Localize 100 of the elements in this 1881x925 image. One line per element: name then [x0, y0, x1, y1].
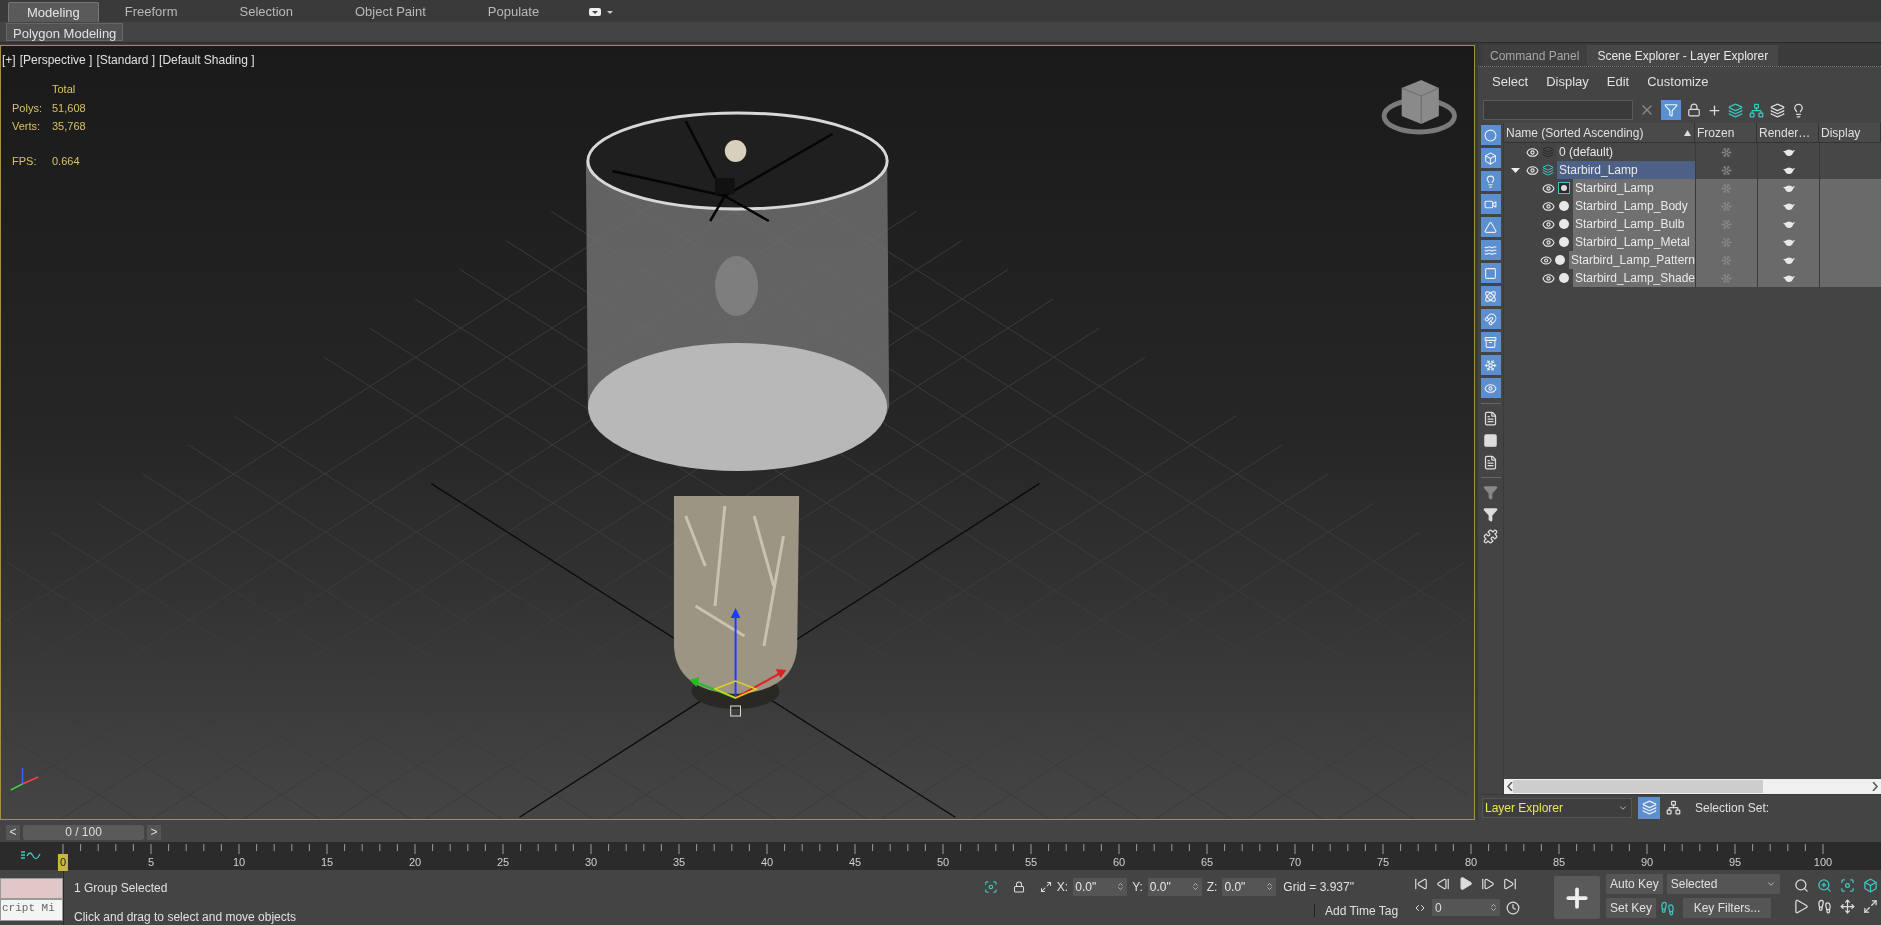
key-tangent-icon[interactable] — [1660, 900, 1676, 916]
previous-frame-icon[interactable] — [1436, 876, 1450, 891]
frozen-snowflake-icon[interactable] — [1721, 146, 1732, 158]
frozen-snowflake-icon[interactable] — [1721, 164, 1732, 176]
tree-item[interactable]: Starbird_Lamp_Body — [1573, 197, 1695, 215]
ribbon-tab[interactable]: Object Paint — [337, 2, 444, 22]
auto-key-button[interactable]: Auto Key — [1606, 874, 1663, 894]
maximize-viewport-icon[interactable] — [1862, 899, 1878, 914]
zoom-extents-all-icon[interactable] — [1862, 878, 1878, 893]
time-config-icon[interactable] — [1506, 900, 1520, 915]
column-header[interactable]: Render… — [1757, 123, 1819, 142]
zoom-extents-icon[interactable] — [1839, 878, 1855, 893]
time-slider-track[interactable]: < 0 / 100 > — [6, 823, 1506, 841]
field-of-view-icon[interactable] — [1793, 899, 1809, 914]
explorer-dropdown[interactable]: Layer Explorer — [1482, 797, 1632, 818]
transform-mode-icon[interactable] — [1039, 879, 1052, 894]
key-mode-dropdown[interactable]: Selected — [1666, 874, 1780, 894]
document-icon[interactable] — [1483, 411, 1498, 426]
ribbon-tab[interactable]: Freeform — [106, 2, 196, 22]
zoom-all-icon[interactable] — [1816, 878, 1832, 893]
snowflake-filter-button[interactable] — [1480, 355, 1501, 375]
circle-filter-button[interactable] — [1480, 125, 1501, 145]
scroll-left-icon[interactable] — [1507, 782, 1513, 791]
search-field[interactable] — [1483, 100, 1633, 120]
ribbon-tab[interactable]: Modeling — [8, 2, 99, 22]
visibility-eye-icon[interactable] — [1539, 253, 1552, 267]
ribbon-tab[interactable]: Selection — [221, 2, 311, 22]
square-icon[interactable] — [1483, 433, 1498, 448]
scrollbar-thumb[interactable] — [1513, 780, 1763, 793]
visibility-eye-icon[interactable] — [1526, 163, 1539, 177]
visibility-eye-icon[interactable] — [1542, 235, 1555, 249]
filter-toggle[interactable] — [1661, 100, 1681, 120]
tree-item[interactable]: Starbird_Lamp — [1573, 179, 1695, 197]
lock-icon[interactable] — [1012, 879, 1025, 894]
layers-icon[interactable] — [1770, 102, 1785, 118]
next-frame-button[interactable]: > — [147, 824, 161, 840]
menu-item[interactable]: Select — [1492, 72, 1529, 92]
camera-filter-button[interactable] — [1480, 194, 1501, 214]
set-key-mode-button[interactable]: Set Key — [1606, 898, 1657, 918]
tree-item[interactable]: Starbird_Lamp — [1557, 161, 1695, 179]
puzzle-icon[interactable] — [1483, 529, 1498, 544]
waves-filter-button[interactable] — [1480, 240, 1501, 260]
listener-input[interactable]: cript Mi — [0, 899, 63, 921]
go-to-start-icon[interactable] — [1414, 876, 1428, 891]
zoom-icon[interactable] — [1793, 878, 1809, 893]
previous-frame-button[interactable]: < — [6, 824, 20, 840]
coordinate-field[interactable]: 0.0" — [1147, 877, 1202, 896]
hierarchy-icon[interactable] — [1749, 102, 1764, 118]
visibility-eye-icon[interactable] — [1542, 199, 1555, 213]
viewport-label[interactable]: [Perspective ] — [19, 51, 93, 69]
column-header[interactable]: Display — [1819, 123, 1881, 142]
next-frame-icon[interactable] — [1481, 876, 1495, 891]
lock-icon[interactable] — [1687, 103, 1701, 117]
expand-arrow[interactable] — [1511, 165, 1520, 175]
curve-editor-icon[interactable] — [20, 850, 42, 862]
menu-item[interactable]: Customize — [1647, 72, 1709, 92]
scroll-right-icon[interactable] — [1872, 782, 1878, 791]
visibility-eye-icon[interactable] — [1542, 217, 1555, 231]
shapes-filter-button[interactable] — [1480, 148, 1501, 168]
viewport-label[interactable]: [Standard ] — [96, 51, 156, 69]
lightbulb-filter-button[interactable] — [1480, 171, 1501, 191]
tree-item[interactable]: Starbird_Lamp_Pattern — [1568, 251, 1695, 269]
lightbulb-icon[interactable] — [1791, 102, 1806, 118]
visibility-eye-icon[interactable] — [1526, 145, 1539, 159]
eye-filter-button[interactable] — [1480, 378, 1501, 398]
square-filter-button[interactable] — [1480, 263, 1501, 283]
play-icon[interactable] — [1458, 876, 1473, 891]
menu-item[interactable]: Display — [1546, 72, 1589, 92]
panel-tab[interactable]: Command Panel — [1482, 45, 1588, 66]
column-header[interactable]: Name (Sorted Ascending) — [1504, 123, 1695, 142]
layers-toggle[interactable] — [1638, 796, 1660, 819]
tree-item[interactable]: Starbird_Lamp_Shade — [1572, 269, 1695, 287]
column-header[interactable]: Frozen — [1695, 123, 1757, 142]
current-frame-field[interactable]: 0 — [1432, 899, 1500, 916]
box-filter-button[interactable] — [1480, 332, 1501, 352]
atom-filter-button[interactable] — [1480, 286, 1501, 306]
go-to-end-icon[interactable] — [1503, 876, 1517, 891]
coordinate-field[interactable]: 0.0" — [1073, 877, 1128, 896]
document-icon[interactable] — [1483, 455, 1498, 470]
menu-item[interactable]: Edit — [1606, 72, 1630, 92]
viewport-label[interactable]: [+] — [2, 51, 16, 69]
panel-tab[interactable]: Scene Explorer - Layer Explorer — [1587, 45, 1779, 66]
polygon-modeling-button[interactable]: Polygon Modeling — [6, 23, 124, 41]
magnet-filter-button[interactable] — [1480, 309, 1501, 329]
hierarchy-icon[interactable] — [1666, 800, 1681, 815]
ribbon-tab[interactable]: Populate — [469, 2, 558, 22]
layers-icon[interactable] — [1728, 102, 1743, 118]
isolate-icon[interactable] — [984, 878, 998, 895]
add-time-tag-label[interactable]: Add Time Tag — [1325, 901, 1399, 920]
triangle-filter-button[interactable] — [1480, 217, 1501, 237]
tree-item[interactable]: Starbird_Lamp_Bulb — [1573, 215, 1695, 233]
set-key-button[interactable] — [1554, 876, 1600, 919]
listener-field[interactable] — [0, 878, 63, 899]
dropdown-icon[interactable] — [589, 6, 616, 18]
add-layer-icon[interactable] — [1707, 102, 1722, 118]
walk-through-icon[interactable] — [1816, 899, 1832, 914]
visibility-eye-icon[interactable] — [1542, 181, 1555, 195]
visibility-eye-icon[interactable] — [1541, 271, 1555, 285]
tree-item[interactable]: Starbird_Lamp_Metal — [1573, 233, 1695, 251]
coordinate-field[interactable]: 0.0" — [1222, 877, 1277, 896]
